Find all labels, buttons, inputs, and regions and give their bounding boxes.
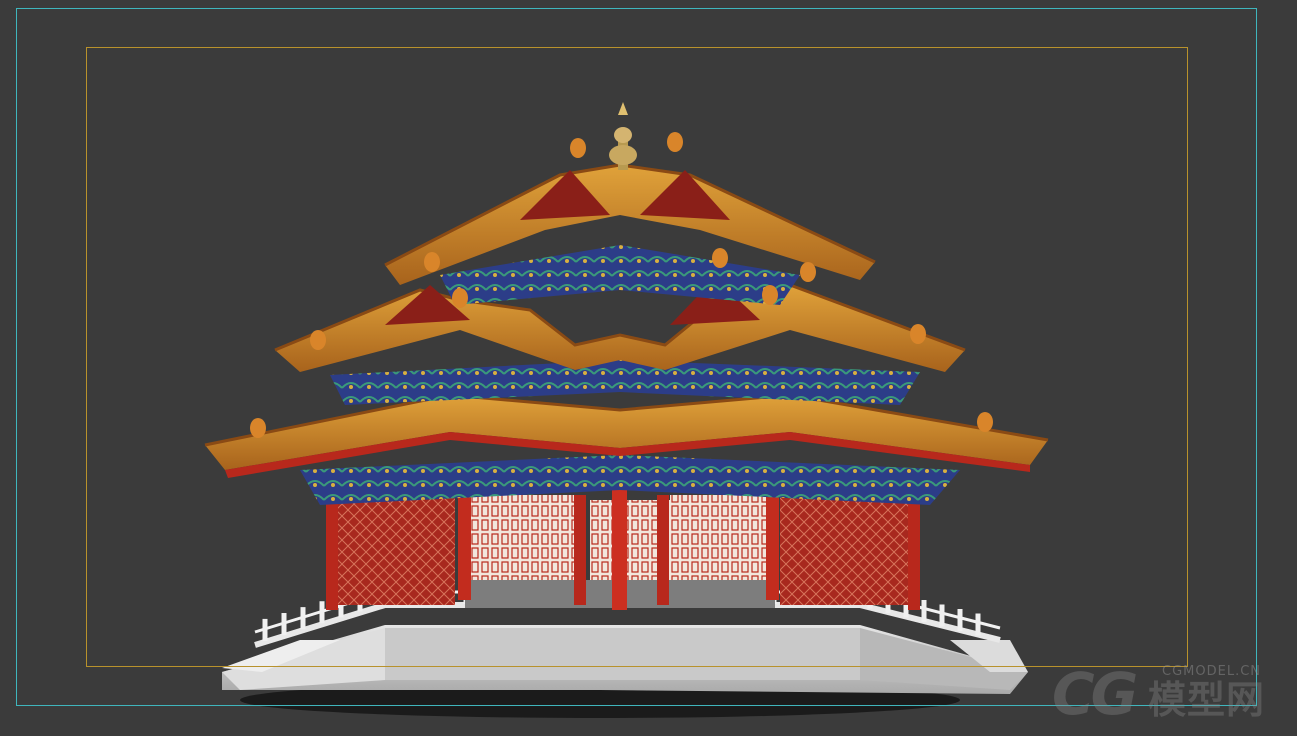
- cgmodel-watermark: CG CGMODEL.CN 模型网: [1052, 660, 1288, 728]
- 3d-viewport[interactable]: CG CGMODEL.CN 模型网: [0, 0, 1297, 736]
- watermark-chinese: 模型网: [1148, 678, 1266, 722]
- watermark-site: CGMODEL.CN: [1162, 664, 1262, 679]
- watermark-logo: CG: [1052, 660, 1138, 728]
- render-region-outline: [86, 47, 1188, 667]
